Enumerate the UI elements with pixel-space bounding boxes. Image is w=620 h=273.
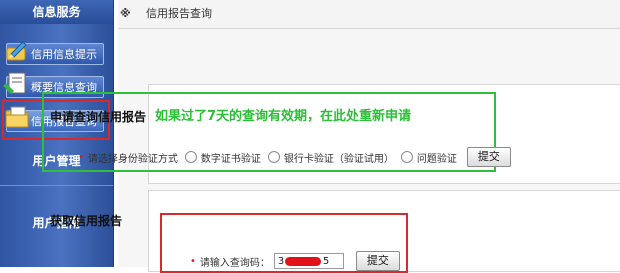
page-title-bar: ※ 信用报告查询 — [118, 0, 620, 29]
sidebar-header: 信息服务 — [0, 0, 113, 24]
annotation-note: 如果过了7天的查询有效期，在此处重新申请 — [155, 109, 412, 124]
verify-method-row: • 请选择身份验证方式 数字证书验证 银行卡验证（验证试用） 问题验证 提交 — [78, 147, 511, 167]
sidebar-item-label: 信用信息提示 — [31, 48, 97, 61]
document-checklist-icon — [3, 72, 26, 94]
query-code-value-start: 3 — [277, 256, 285, 267]
page-title: 信用报告查询 — [146, 7, 212, 20]
required-star-icon: • — [190, 255, 196, 267]
verify-method-label: 请选择身份验证方式 — [87, 153, 178, 165]
radio-digital-cert[interactable] — [184, 151, 197, 163]
radio-bank-card[interactable] — [267, 151, 280, 163]
radio-question[interactable] — [400, 151, 413, 163]
sidebar-item-credit-info-alert[interactable]: 信用信息提示 — [6, 41, 104, 65]
apply-submit-button[interactable]: 提交 — [466, 147, 511, 167]
option-question: 问题验证 — [416, 153, 457, 165]
pencil-icon — [6, 41, 27, 61]
title-mark: ※ — [120, 7, 131, 20]
required-star-icon: • — [78, 151, 84, 163]
folder-icon — [5, 106, 29, 128]
get-report-title: 获取信用报告 — [50, 214, 123, 228]
option-digital-cert: 数字证书验证 — [200, 153, 261, 165]
redaction-mark — [284, 257, 321, 266]
option-bank-card: 银行卡验证（验证试用） — [283, 153, 394, 165]
apply-section-title: 申请查询信用报告 — [50, 110, 147, 124]
get-report-submit-button[interactable]: 提交 — [355, 251, 400, 271]
sidebar-divider — [0, 185, 113, 186]
query-code-label: 请输入查询码： — [199, 257, 270, 269]
query-code-value-end: 5 — [322, 256, 330, 267]
query-code-row: • 请输入查询码： 3 5 提交 — [190, 251, 400, 271]
